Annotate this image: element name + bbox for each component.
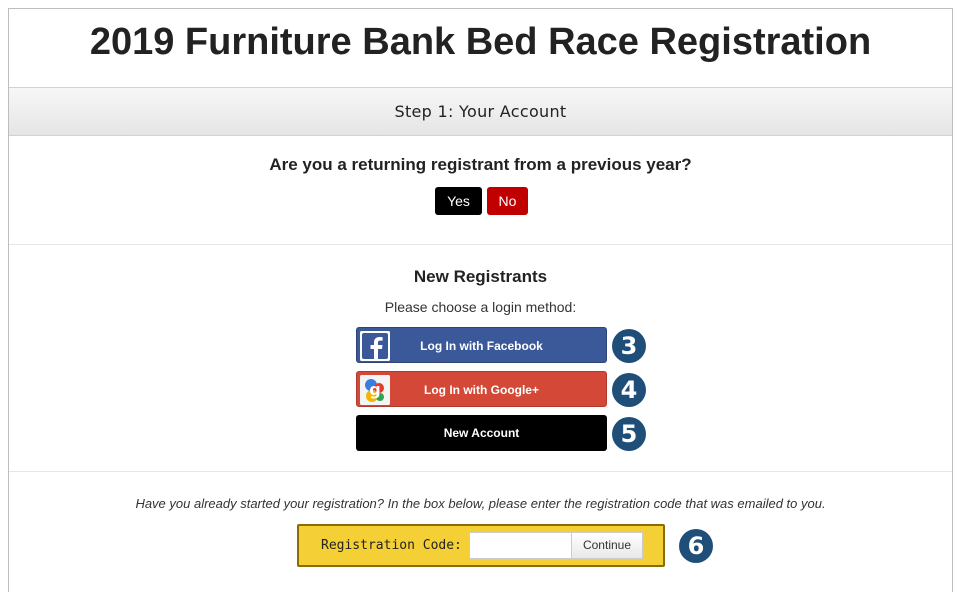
facebook-login-button[interactable]: Log In with Facebook: [356, 327, 607, 363]
new-account-button[interactable]: New Account: [356, 415, 607, 451]
registration-panel: 2019 Furniture Bank Bed Race Registratio…: [8, 8, 953, 592]
returning-question: Are you a returning registrant from a pr…: [269, 155, 692, 174]
registration-code-prompt: Have you already started your registrati…: [135, 496, 826, 511]
page-title: 2019 Furniture Bank Bed Race Registratio…: [89, 21, 872, 63]
continue-button[interactable]: Continue: [571, 532, 643, 559]
step-header: Step 1: Your Account: [9, 87, 952, 136]
registration-code-box: Registration Code: Continue: [297, 524, 665, 567]
google-login-button[interactable]: g Log In with Google+: [356, 371, 607, 407]
section-divider: [9, 244, 952, 245]
google-plus-icon: g: [360, 375, 390, 405]
registration-code-input[interactable]: [469, 532, 571, 559]
google-login-label: Log In with Google+: [424, 383, 539, 397]
callout-5-badge: 5: [612, 417, 646, 451]
login-method-prompt: Please choose a login method:: [384, 299, 577, 315]
new-registrants-heading: New Registrants: [413, 267, 548, 286]
facebook-icon: [360, 331, 390, 361]
section-divider: [9, 471, 952, 472]
registration-code-label: Registration Code:: [321, 538, 462, 553]
callout-6-badge: 6: [679, 529, 713, 563]
callout-3-badge: 3: [612, 329, 646, 363]
new-account-label: New Account: [443, 426, 520, 440]
yes-button[interactable]: Yes: [435, 187, 482, 215]
svg-text:g: g: [369, 380, 380, 399]
no-button[interactable]: No: [487, 187, 528, 215]
callout-4-badge: 4: [612, 373, 646, 407]
facebook-login-label: Log In with Facebook: [420, 339, 543, 353]
